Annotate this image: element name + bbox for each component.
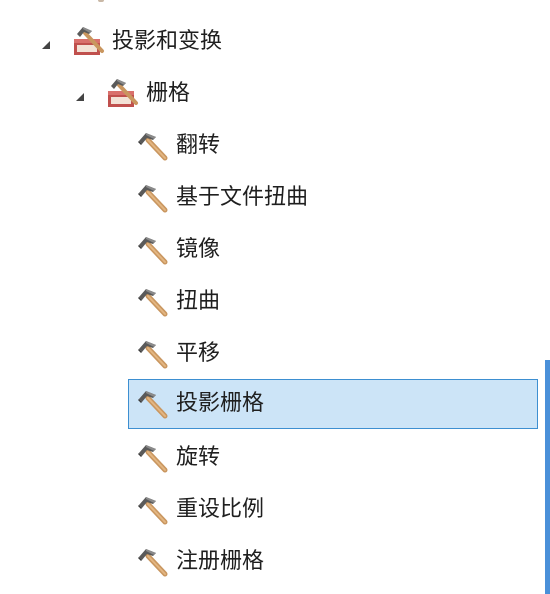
tree-item-tool[interactable]: 平移: [136, 334, 220, 374]
toolbox-icon: [72, 25, 106, 59]
tool-label: 投影栅格: [176, 391, 265, 416]
tool-label: 注册栅格: [176, 549, 265, 574]
tree-item-tool[interactable]: 翻转: [136, 126, 220, 166]
hammer-icon: [136, 441, 170, 475]
hammer-icon: [136, 337, 170, 371]
truncated-item-above: [0, 0, 550, 6]
hammer-icon: [136, 387, 170, 421]
hammer-icon: [136, 545, 170, 579]
tool-label: 重设比例: [176, 497, 265, 522]
tree-item-tool[interactable]: 镜像: [136, 230, 220, 270]
toolset-label: 投影和变换: [112, 29, 223, 54]
hammer-icon: [136, 285, 170, 319]
tool-label: 基于文件扭曲: [176, 185, 309, 210]
expanded-arrow-icon[interactable]: [40, 36, 52, 48]
tree-item-tool[interactable]: 基于文件扭曲: [136, 178, 308, 218]
tree-node-toolset[interactable]: 投影和变换: [40, 22, 222, 62]
tool-label: 旋转: [176, 445, 221, 470]
toolbox-tree: 投影和变换 栅格 翻转 基于文件扭曲 镜像 扭曲 平移 投影栅格 旋转 重设比例…: [0, 0, 550, 594]
subset-label: 栅格: [146, 81, 191, 106]
tree-item-tool[interactable]: 旋转: [136, 438, 220, 478]
tool-label: 扭曲: [176, 289, 221, 314]
tree-item-tool-selected[interactable]: 投影栅格: [128, 379, 538, 429]
tree-item-tool[interactable]: 扭曲: [136, 282, 220, 322]
tree-node-subset[interactable]: 栅格: [74, 74, 190, 114]
tree-item-tool[interactable]: 重设比例: [136, 490, 264, 530]
tool-label: 平移: [176, 341, 221, 366]
toolbox-icon: [106, 77, 140, 111]
hammer-icon: [136, 181, 170, 215]
hammer-icon: [136, 493, 170, 527]
tool-label: 翻转: [176, 133, 221, 158]
hammer-icon: [136, 129, 170, 163]
expanded-arrow-icon[interactable]: [74, 88, 86, 100]
hammer-icon: [136, 233, 170, 267]
vertical-scrollbar[interactable]: [545, 360, 550, 594]
tool-label: 镜像: [176, 237, 221, 262]
tree-item-tool[interactable]: 注册栅格: [136, 542, 264, 582]
